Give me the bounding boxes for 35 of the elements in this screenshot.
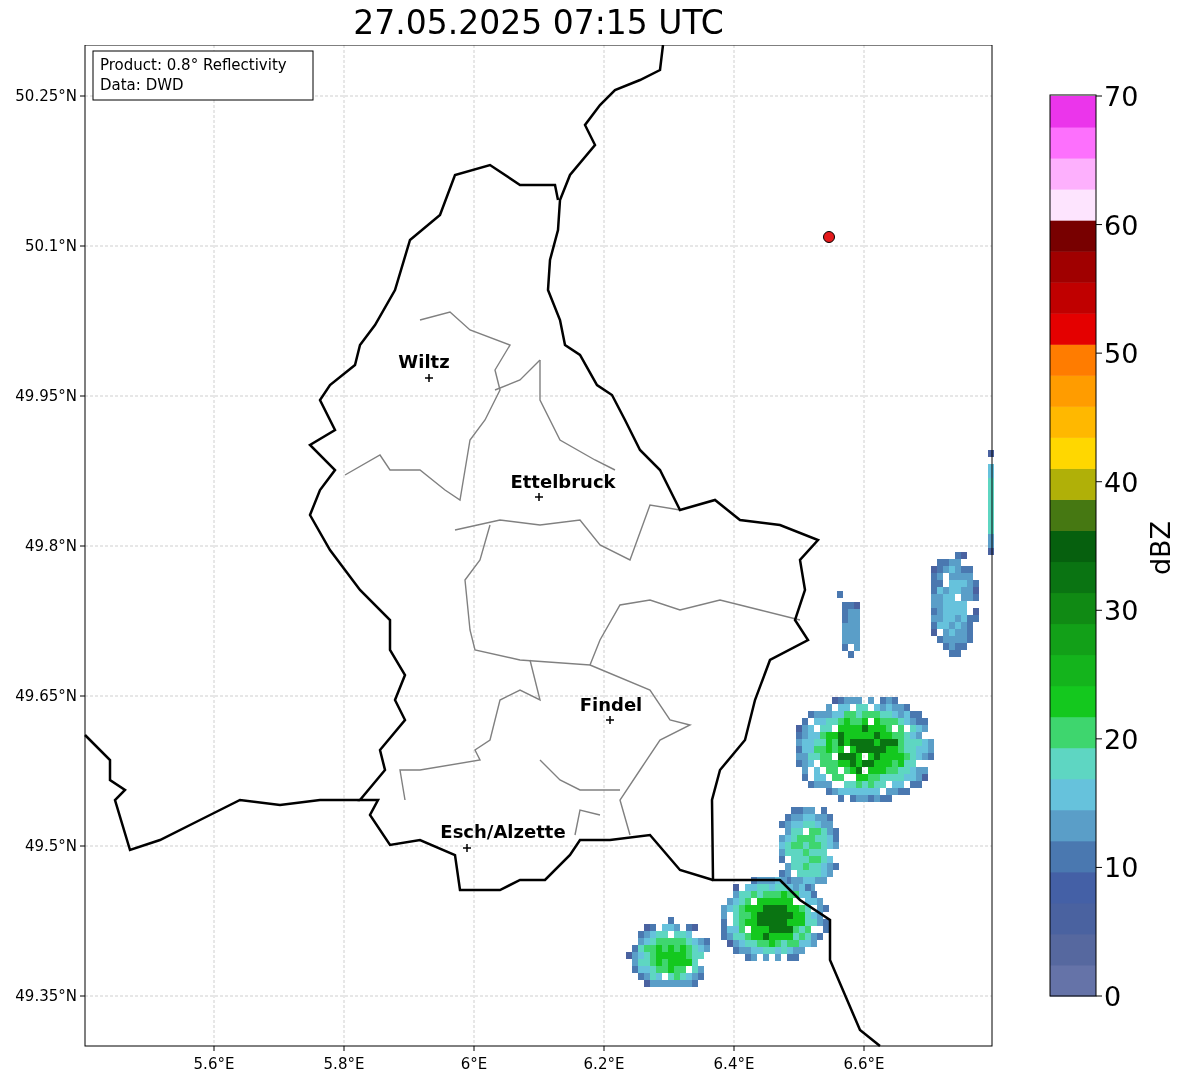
longitude-label: 5.8°E <box>323 1055 365 1073</box>
latitude-label: 49.35°N <box>15 987 77 1005</box>
place-marker-icon <box>534 492 544 502</box>
place-marker-icon <box>605 715 615 725</box>
place-marker-icon <box>462 843 472 853</box>
longitude-label: 6.2°E <box>583 1055 625 1073</box>
longitude-label: 5.6°E <box>193 1055 235 1073</box>
longitude-label: 6.6°E <box>843 1055 885 1073</box>
latitude-label: 49.65°N <box>15 687 77 705</box>
colorbar-tick-label: 40 <box>1104 466 1139 498</box>
colorbar-tick-label: 50 <box>1104 338 1139 370</box>
colorbar-tick-label: 60 <box>1104 209 1139 241</box>
info-text: Data: DWD <box>100 76 184 94</box>
place-label: Ettelbruck <box>510 471 616 492</box>
radar-echo <box>837 591 843 598</box>
place-label: Findel <box>579 694 643 715</box>
latitude-label: 49.5°N <box>24 837 77 855</box>
place-label: Esch/Alzette <box>440 821 566 842</box>
colorbar-tick-label: 30 <box>1104 595 1139 627</box>
latitude-label: 49.8°N <box>24 537 77 555</box>
radar-echo <box>842 602 860 658</box>
place-label: Wiltz <box>398 351 450 372</box>
longitude-label: 6°E <box>460 1055 488 1073</box>
colorbar-title: dBZ <box>1145 520 1176 576</box>
colorbar-tick-label: 0 <box>1104 981 1122 1012</box>
latitude-label: 50.1°N <box>24 237 77 255</box>
colorbar-tick-label: 20 <box>1104 723 1139 755</box>
colorbar-tick-label: 70 <box>1104 81 1139 112</box>
longitude-label: 6.4°E <box>713 1055 755 1073</box>
latitude-label: 50.25°N <box>15 87 77 105</box>
info-text: Product: 0.8° Reflectivity <box>100 56 287 74</box>
place-marker-icon <box>424 373 434 383</box>
chart-title: 27.05.2025 07:15 UTC <box>353 2 724 43</box>
latitude-label: 49.95°N <box>15 387 77 405</box>
colorbar-tick-label: 10 <box>1104 852 1139 884</box>
